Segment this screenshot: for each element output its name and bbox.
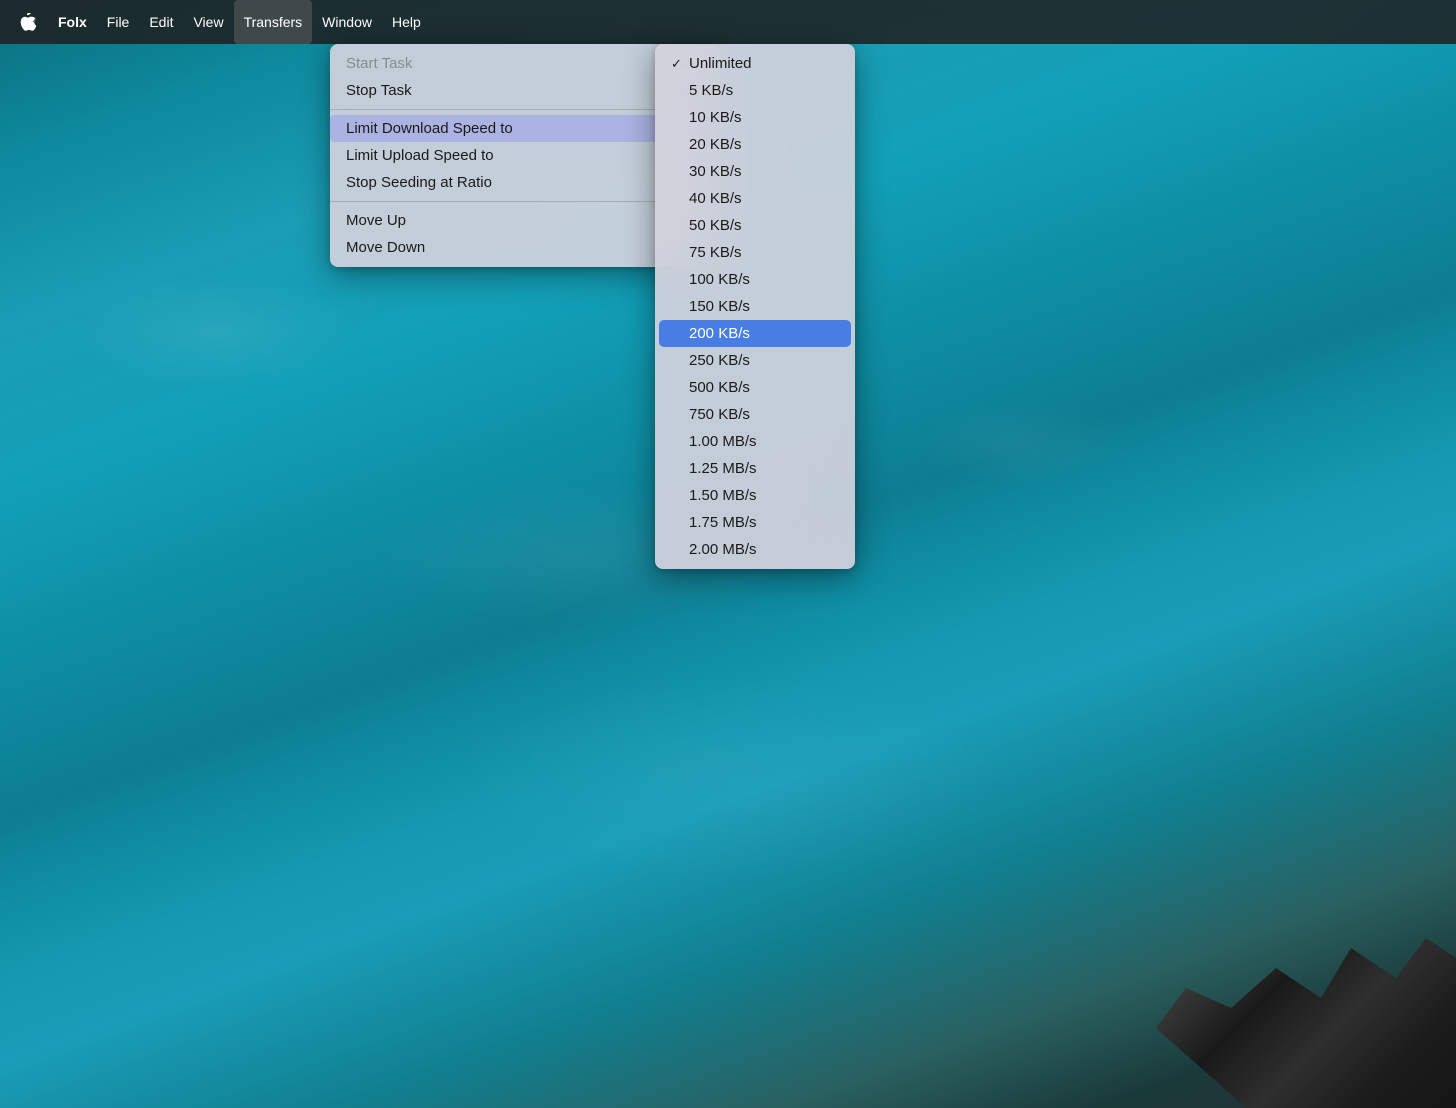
- submenu-item-1-75mbs[interactable]: ✓ 1.75 MB/s: [655, 509, 855, 536]
- submenu-item-30kbs[interactable]: ✓ 30 KB/s: [655, 158, 855, 185]
- apple-menu-icon[interactable]: [12, 0, 44, 44]
- submenu-item-750kbs[interactable]: ✓ 750 KB/s: [655, 401, 855, 428]
- submenu-item-500kbs[interactable]: ✓ 500 KB/s: [655, 374, 855, 401]
- submenu-item-1-25mbs[interactable]: ✓ 1.25 MB/s: [655, 455, 855, 482]
- menubar-item-view[interactable]: View: [183, 0, 233, 44]
- submenu-item-40kbs[interactable]: ✓ 40 KB/s: [655, 185, 855, 212]
- menubar-item-folx[interactable]: Folx: [48, 0, 97, 44]
- submenu-item-100kbs[interactable]: ✓ 100 KB/s: [655, 266, 855, 293]
- submenu-item-250kbs[interactable]: ✓ 250 KB/s: [655, 347, 855, 374]
- menubar-item-file[interactable]: File: [97, 0, 140, 44]
- menubar-item-help[interactable]: Help: [382, 0, 431, 44]
- submenu-item-2mbs[interactable]: ✓ 2.00 MB/s: [655, 536, 855, 563]
- unlimited-checkmark: ✓: [671, 56, 689, 72]
- menubar-item-window[interactable]: Window: [312, 0, 382, 44]
- submenu-item-20kbs[interactable]: ✓ 20 KB/s: [655, 131, 855, 158]
- submenu-item-1mbs[interactable]: ✓ 1.00 MB/s: [655, 428, 855, 455]
- submenu-item-unlimited[interactable]: ✓ Unlimited: [655, 50, 855, 77]
- menubar-item-edit[interactable]: Edit: [139, 0, 183, 44]
- menubar: Folx File Edit View Transfers Window Hel…: [0, 0, 1456, 44]
- submenu-item-50kbs[interactable]: ✓ 50 KB/s: [655, 212, 855, 239]
- speed-submenu: ✓ Unlimited ✓ 5 KB/s ✓ 10 KB/s ✓ 20 KB/s…: [655, 44, 855, 569]
- submenu-item-150kbs[interactable]: ✓ 150 KB/s: [655, 293, 855, 320]
- submenu-item-10kbs[interactable]: ✓ 10 KB/s: [655, 104, 855, 131]
- submenu-item-1-5mbs[interactable]: ✓ 1.50 MB/s: [655, 482, 855, 509]
- submenu-item-75kbs[interactable]: ✓ 75 KB/s: [655, 239, 855, 266]
- submenu-item-200kbs[interactable]: ✓ 200 KB/s: [659, 320, 851, 347]
- submenu-item-5kbs[interactable]: ✓ 5 KB/s: [655, 77, 855, 104]
- menubar-item-transfers[interactable]: Transfers: [234, 0, 313, 44]
